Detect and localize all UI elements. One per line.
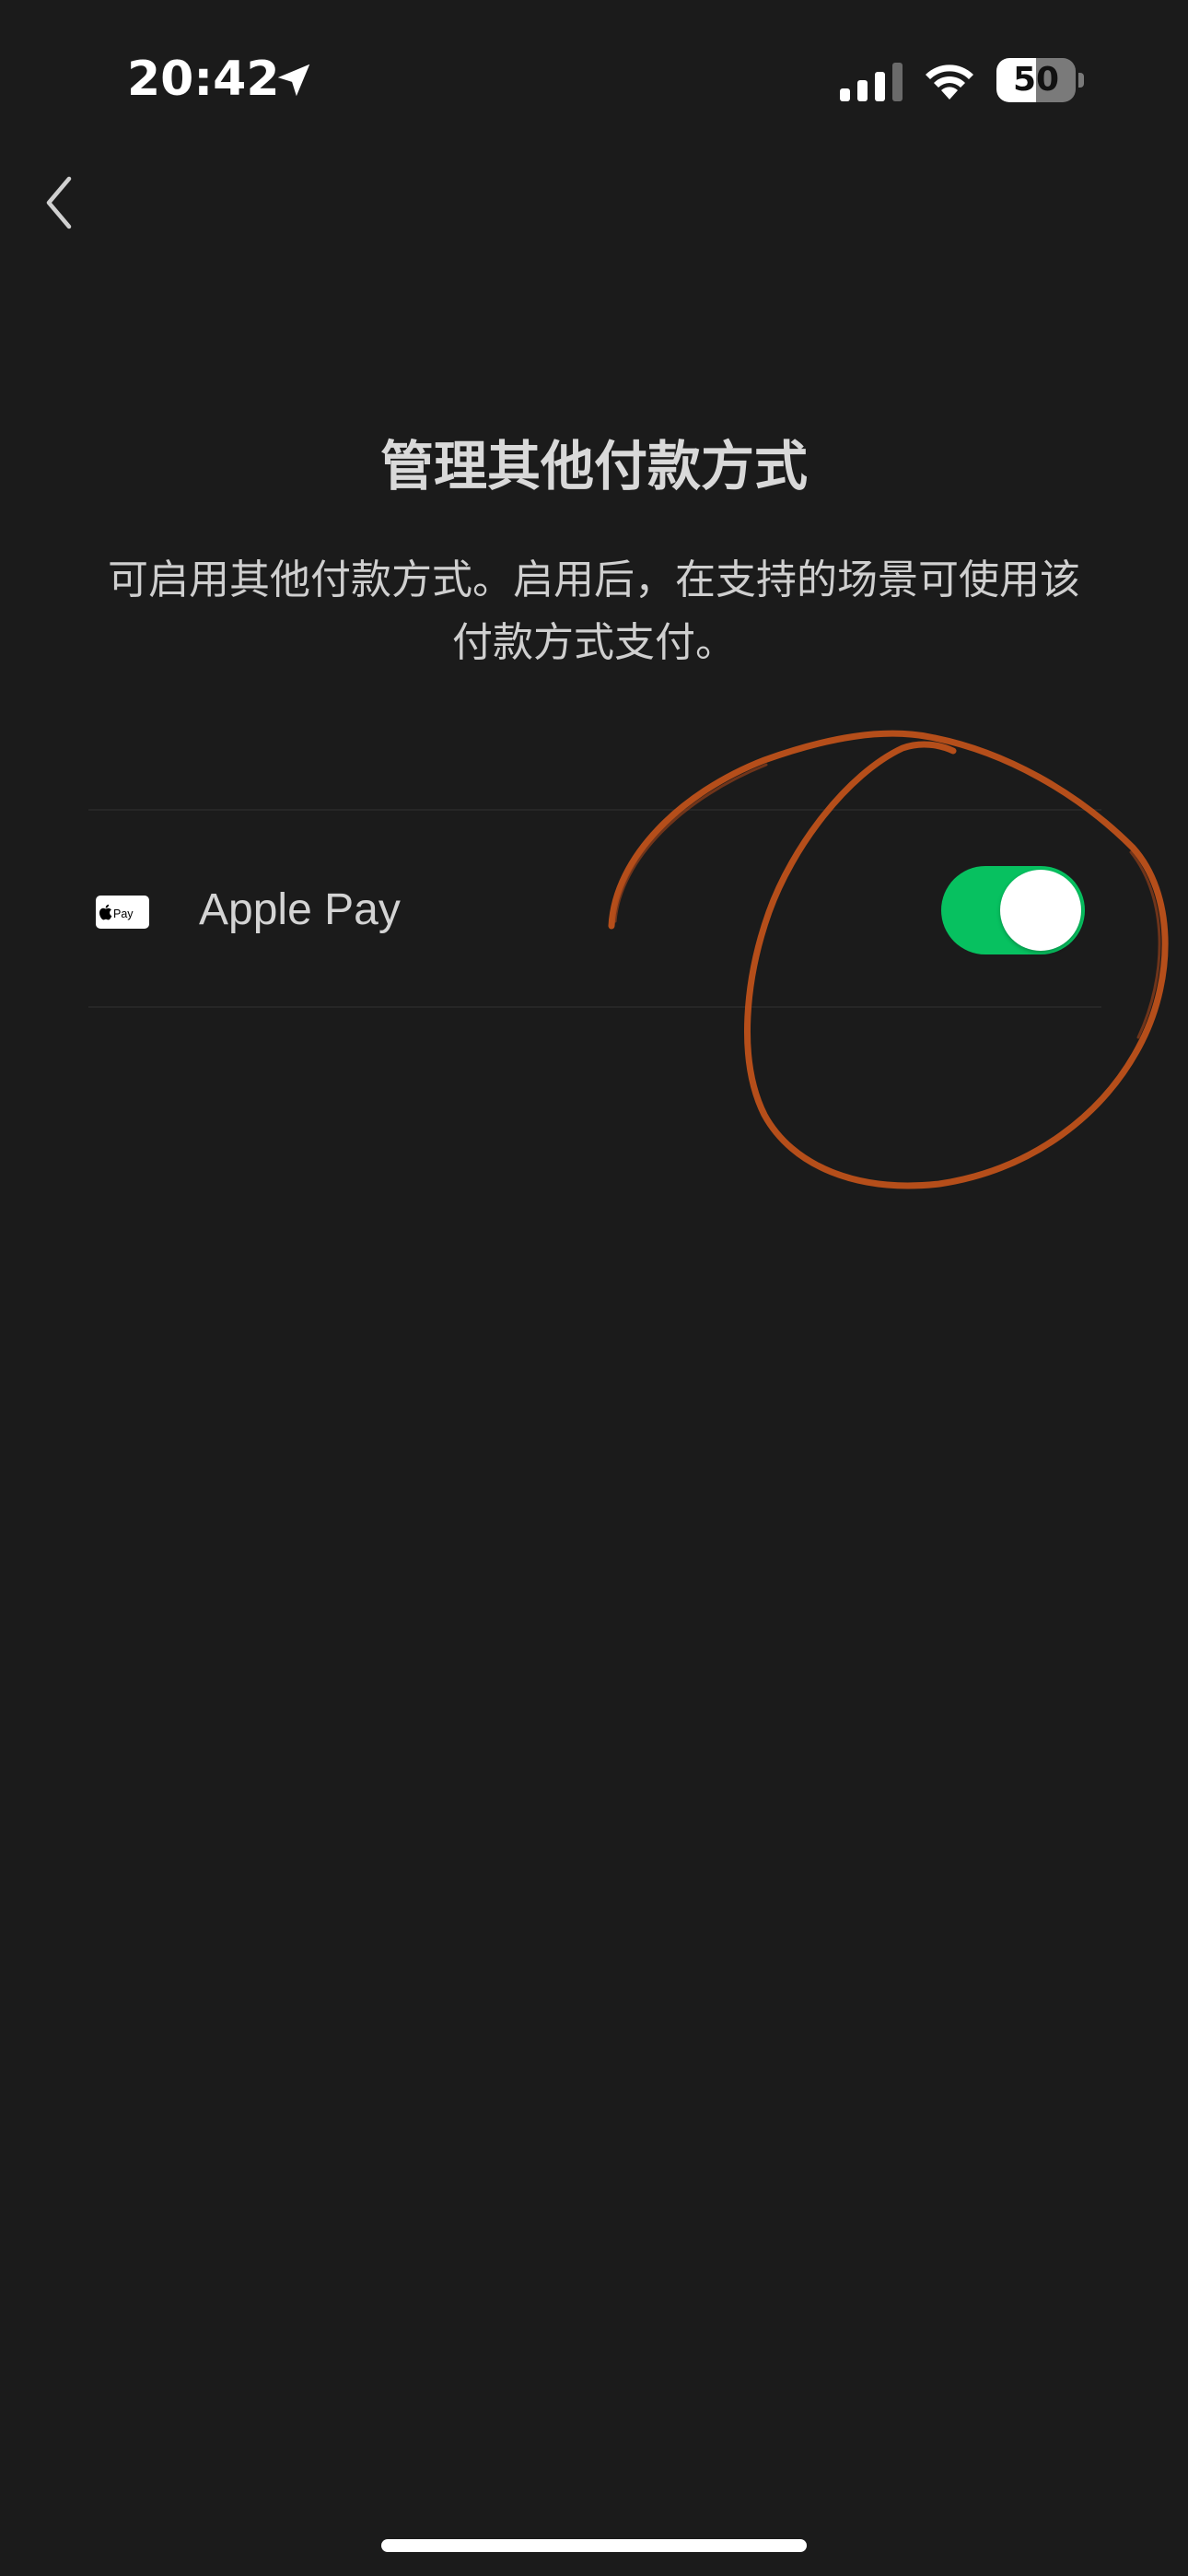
battery-cap	[1078, 73, 1084, 88]
svg-text:Pay: Pay	[113, 907, 134, 920]
apple-pay-icon: Pay	[96, 896, 149, 929]
battery-icon: 50	[996, 58, 1085, 102]
home-indicator[interactable]	[381, 2539, 807, 2552]
apple-pay-toggle[interactable]	[941, 866, 1085, 954]
cellular-signal-icon	[840, 63, 903, 101]
page-title: 管理其他付款方式	[379, 435, 808, 498]
wifi-icon	[926, 64, 973, 100]
toggle-knob	[1000, 870, 1081, 951]
payment-method-row-apple-pay: Pay Apple Pay	[88, 811, 1101, 1006]
annotation-circle-drawing	[608, 730, 1169, 1189]
apple-pay-mark: Pay	[99, 904, 134, 920]
back-button[interactable]	[28, 166, 92, 240]
page-description: 可启用其他付款方式。启用后，在支持的场景可使用该付款方式支付。	[108, 556, 1080, 666]
location-arrow-icon	[277, 64, 310, 97]
list-divider-bottom	[88, 1006, 1101, 1008]
payment-method-label: Apple Pay	[199, 885, 401, 934]
chevron-left-icon	[46, 176, 72, 229]
status-bar: 20:42 50	[0, 0, 1188, 157]
battery-body: 50	[996, 58, 1076, 102]
status-time: 20:42	[127, 52, 280, 107]
battery-level: 50	[1012, 61, 1060, 99]
